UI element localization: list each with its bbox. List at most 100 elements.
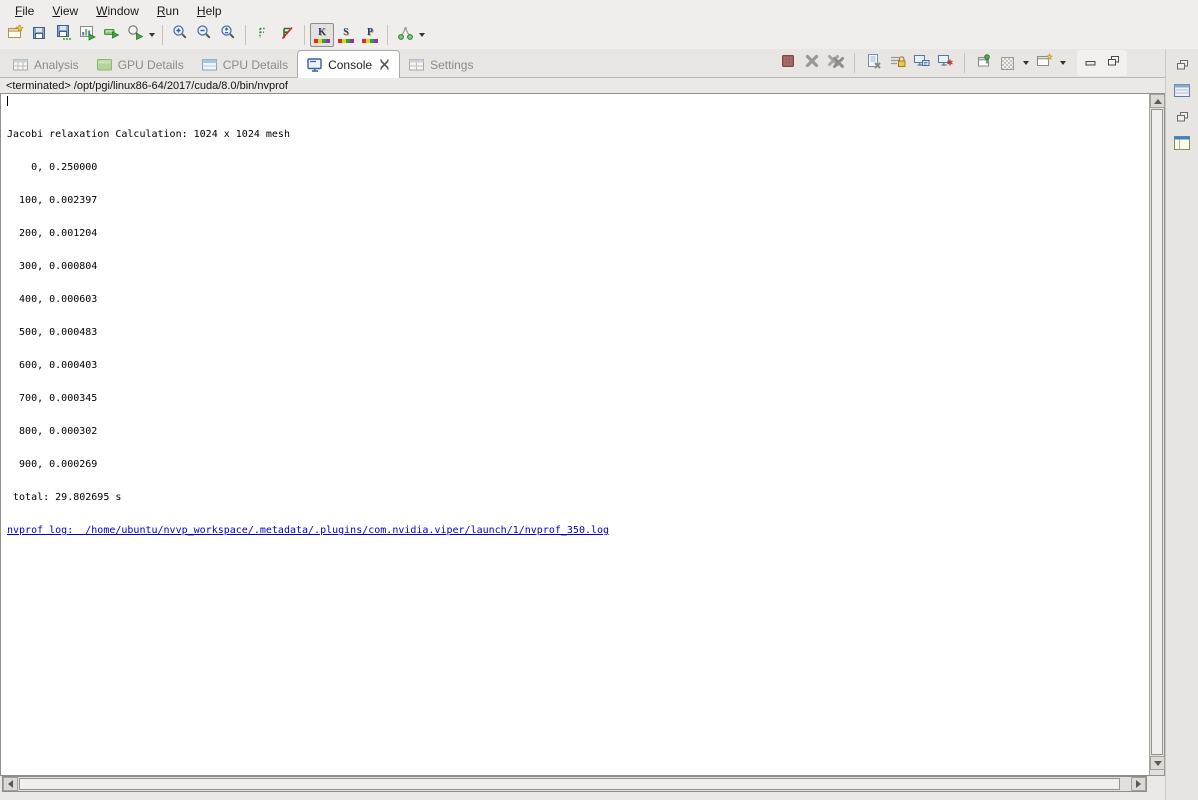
process-mode-icon: P — [360, 28, 380, 43]
kernel-mode-button[interactable]: K — [310, 23, 334, 47]
display-selected-console-dropdown[interactable] — [1021, 52, 1031, 74]
show-stderr-button[interactable] — [935, 52, 956, 74]
horizontal-scroll-thumb[interactable] — [19, 778, 1120, 790]
console-line: 400, 0.000603 — [7, 294, 1149, 305]
console-line: 900, 0.000269 — [7, 459, 1149, 470]
zoom-out-button[interactable] — [192, 23, 216, 47]
zoom-out-icon — [196, 24, 213, 46]
show-stderr-icon — [937, 53, 954, 74]
menu-run[interactable]: Run — [148, 2, 188, 20]
menu-view[interactable]: View — [43, 2, 87, 20]
save-icon — [31, 25, 47, 46]
kernel-mode-icon: K — [312, 28, 332, 43]
save-button[interactable] — [27, 23, 51, 47]
clear-console-icon — [866, 53, 882, 74]
show-stdout-button[interactable] — [911, 52, 932, 74]
new-session-icon — [7, 24, 24, 46]
remove-all-terminated-icon — [827, 53, 845, 74]
new-session-button[interactable] — [3, 23, 27, 47]
restore-view-button[interactable] — [1171, 109, 1193, 129]
run-configure-icon — [103, 24, 120, 46]
minimize-button[interactable] — [1081, 53, 1101, 73]
menu-window[interactable]: Window — [87, 2, 148, 20]
scroll-left-arrow[interactable] — [3, 777, 18, 791]
toolbar-separator — [162, 25, 163, 45]
process-mode-button[interactable]: P — [358, 23, 382, 47]
add-marker-button[interactable] — [251, 23, 275, 47]
settings-icon — [409, 59, 425, 71]
save-all-button[interactable] — [51, 23, 75, 47]
tab-gpu-details[interactable]: GPU Details — [88, 52, 193, 77]
detail-view-button[interactable] — [1171, 135, 1193, 155]
tab-analysis[interactable]: Analysis — [4, 52, 88, 77]
console-text-area[interactable]: Jacobi relaxation Calculation: 1024 x 10… — [1, 94, 1149, 775]
open-console-icon — [1036, 53, 1053, 74]
console-line: Jacobi relaxation Calculation: 1024 x 10… — [7, 129, 1149, 140]
stream-mode-button[interactable]: S — [334, 23, 358, 47]
vertical-scrollbar[interactable] — [1149, 94, 1164, 775]
scroll-lock-button[interactable] — [887, 52, 908, 74]
scroll-right-arrow[interactable] — [1131, 777, 1146, 791]
properties-view-button[interactable] — [1171, 83, 1193, 103]
console-output-panel: Jacobi relaxation Calculation: 1024 x 10… — [0, 93, 1165, 776]
restore-view-icon — [1176, 58, 1189, 76]
tab-label: CPU Details — [223, 58, 288, 72]
view-tab-bar: Analysis GPU Details CPU Details Console — [0, 49, 1165, 78]
nvprof-log-link[interactable]: nvprof log: /home/ubuntu/nvvp_workspace/… — [7, 525, 609, 536]
properties-view-icon — [1174, 84, 1190, 102]
zoom-in-button[interactable] — [168, 23, 192, 47]
topology-dropdown[interactable] — [417, 24, 427, 46]
console-line: 600, 0.000403 — [7, 360, 1149, 371]
view-window-buttons — [1077, 50, 1127, 76]
tab-label: Console — [328, 58, 372, 72]
topology-button[interactable] — [393, 23, 417, 47]
gpu-details-icon — [97, 59, 113, 71]
toolbar-separator — [245, 25, 246, 45]
menu-bar: File View Window Run Help — [0, 0, 1198, 21]
remove-launch-button[interactable] — [801, 52, 822, 74]
remove-all-terminated-button[interactable] — [825, 52, 846, 74]
terminate-icon — [781, 54, 795, 73]
run-analysis-icon — [127, 24, 144, 46]
run-configure-button[interactable] — [99, 23, 123, 47]
run-analysis-button[interactable] — [123, 23, 147, 47]
zoom-fit-button[interactable] — [216, 23, 240, 47]
display-selected-console-icon — [1001, 57, 1014, 70]
console-line: 0, 0.250000 — [7, 162, 1149, 173]
minimize-icon — [1085, 54, 1097, 72]
scroll-down-arrow[interactable] — [1150, 756, 1165, 770]
minimized-views-bar — [1165, 49, 1198, 800]
vertical-scroll-thumb[interactable] — [1151, 109, 1163, 755]
open-console-dropdown[interactable] — [1058, 52, 1068, 74]
horizontal-scrollbar[interactable] — [2, 776, 1147, 792]
menu-file[interactable]: File — [6, 2, 43, 20]
menu-help[interactable]: Help — [188, 2, 231, 20]
remove-launch-icon — [804, 53, 820, 74]
tab-settings[interactable]: Settings — [400, 52, 482, 77]
display-selected-console-button[interactable] — [997, 52, 1018, 74]
zoom-fit-icon — [220, 24, 237, 46]
console-toolbar-separator — [964, 53, 965, 73]
run-analysis-dropdown[interactable] — [147, 24, 157, 46]
tab-label: Analysis — [34, 58, 79, 72]
maximize-button[interactable] — [1103, 53, 1123, 73]
console-line: 700, 0.000345 — [7, 393, 1149, 404]
open-console-button[interactable] — [1034, 52, 1055, 74]
run-chart-icon — [79, 24, 96, 46]
remove-marker-button[interactable] — [275, 23, 299, 47]
pin-console-button[interactable] — [973, 52, 994, 74]
run-generate-timeline-button[interactable] — [75, 23, 99, 47]
tab-cpu-details[interactable]: CPU Details — [193, 52, 297, 77]
console-icon — [307, 58, 323, 72]
tab-console[interactable]: Console — [297, 50, 400, 78]
detail-view-icon — [1174, 136, 1190, 155]
console-toolbar — [777, 49, 1127, 77]
stream-mode-icon: S — [336, 28, 356, 43]
console-line: 800, 0.000302 — [7, 426, 1149, 437]
restore-view-button[interactable] — [1171, 57, 1193, 77]
close-icon[interactable] — [379, 59, 390, 70]
clear-console-button[interactable] — [863, 52, 884, 74]
tab-label: GPU Details — [118, 58, 184, 72]
scroll-up-arrow[interactable] — [1150, 94, 1165, 108]
terminate-button[interactable] — [777, 52, 798, 74]
